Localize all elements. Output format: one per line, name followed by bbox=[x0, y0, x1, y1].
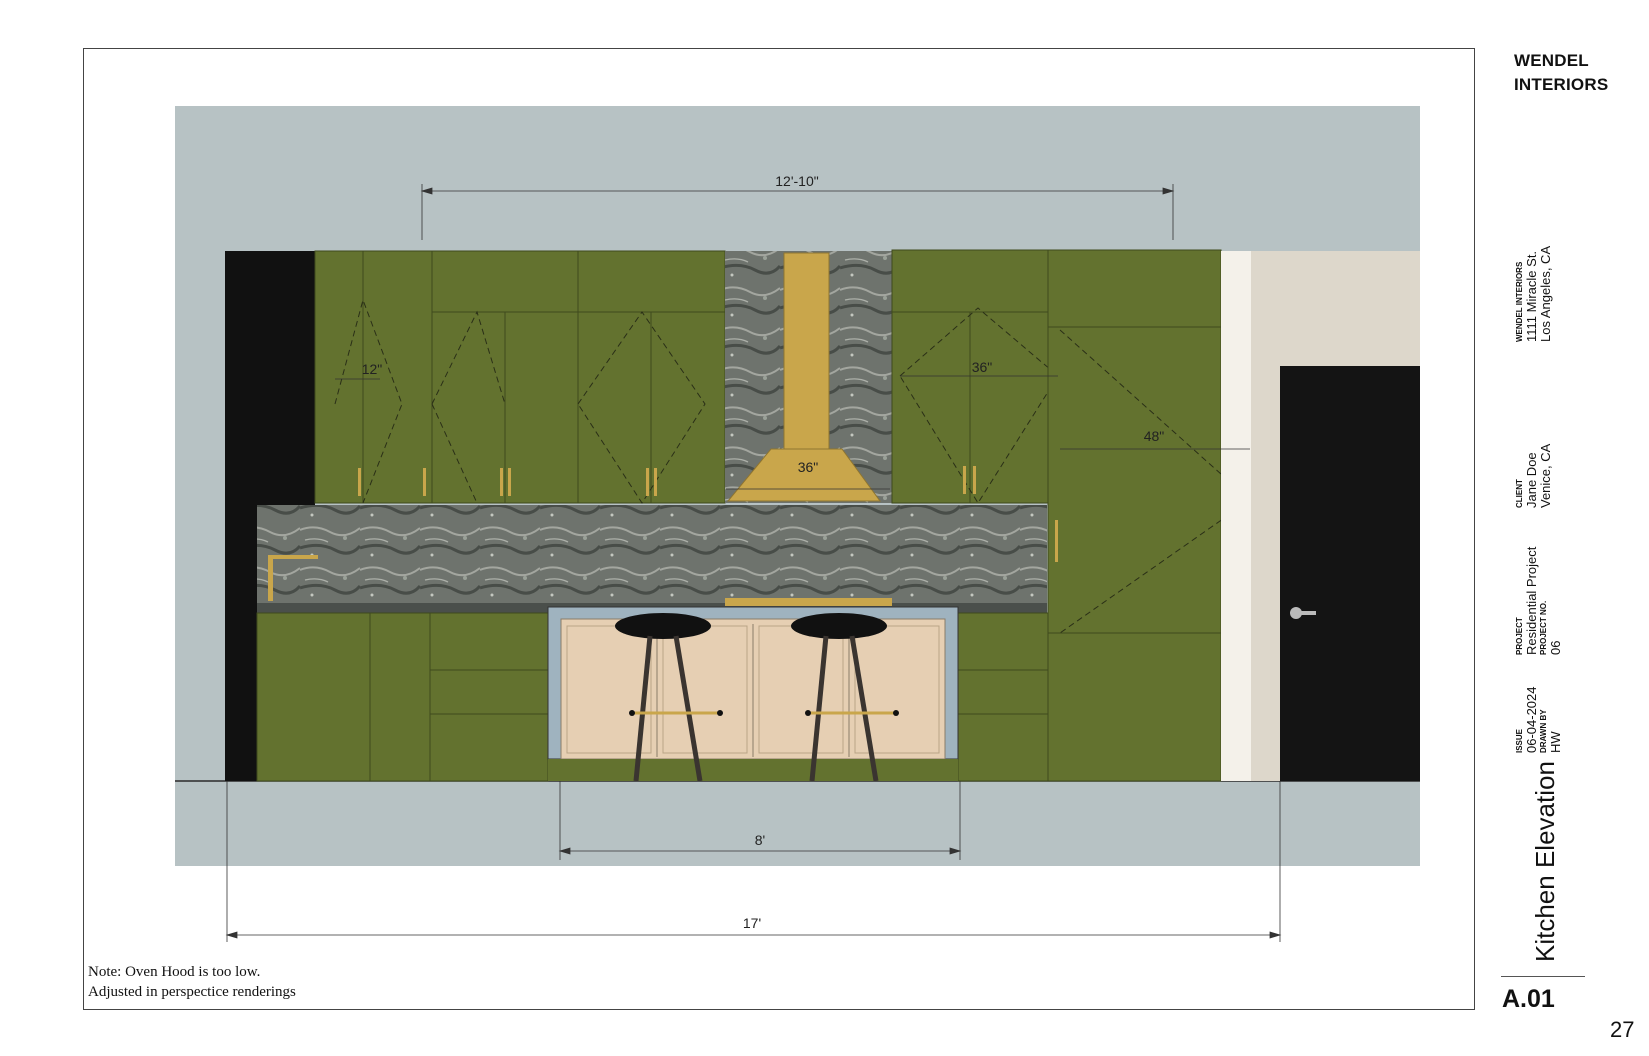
upper-cabinets-left bbox=[314, 250, 726, 504]
dim-upper-overall: 12'-10" bbox=[775, 173, 818, 189]
title-block-client: CLIENT Jane Doe Venice, CA bbox=[1515, 444, 1553, 508]
wall-trim bbox=[1221, 251, 1251, 781]
firm-name-line-2: INTERIORS bbox=[1514, 75, 1609, 94]
pantry-handle bbox=[1055, 520, 1058, 562]
project-name: Residential Project bbox=[1524, 546, 1539, 655]
sheet-title: Kitchen Elevation bbox=[1530, 761, 1560, 962]
dim-upper-cabinet-left: 12" bbox=[362, 361, 383, 377]
client-location: Venice, CA bbox=[1538, 443, 1553, 508]
pot-filler-arm bbox=[268, 555, 318, 559]
pot-filler bbox=[268, 555, 273, 601]
project-no-label: PROJECT NO. bbox=[1539, 600, 1548, 655]
dim-upper-cabinet-right: 36" bbox=[972, 359, 993, 375]
island bbox=[547, 606, 959, 781]
firm-name-line-1: WENDEL bbox=[1514, 51, 1589, 70]
stone-backsplash bbox=[257, 505, 1047, 613]
project-no: 06 bbox=[1548, 640, 1563, 655]
dim-island: 8' bbox=[755, 832, 765, 848]
door-lever bbox=[1296, 611, 1316, 615]
title-block-issue: ISSUE 06-04-2024 DRAWN BY HW bbox=[1515, 687, 1563, 754]
cooktop bbox=[725, 598, 892, 606]
kitchen-elevation-drawing: 12'-10" 12" 36" 36" 48" 8' 17' bbox=[175, 106, 1420, 942]
drawing-note: Note: Oven Hood is too low. Adjusted in … bbox=[88, 962, 296, 1002]
title-block-divider bbox=[1501, 976, 1585, 977]
firm-address-line-2: Los Angeles, CA bbox=[1538, 245, 1553, 342]
note-line-1: Note: Oven Hood is too low. bbox=[88, 964, 261, 980]
drawn-by: HW bbox=[1548, 731, 1563, 753]
title-block-firm: WENDEL INTERIORS 1111 Miracle St. Los An… bbox=[1515, 246, 1553, 342]
tall-pantry-cabinet bbox=[1047, 249, 1222, 782]
dim-overall: 17' bbox=[743, 915, 761, 931]
page-number: 27 bbox=[1610, 1017, 1635, 1042]
note-line-2: Adjusted in perspectice renderings bbox=[88, 984, 296, 1000]
sheet-number: A.01 bbox=[1502, 985, 1555, 1013]
firm-address-line-1: 1111 Miracle St. bbox=[1524, 250, 1539, 342]
firm-name: WENDEL INTERIORS bbox=[1514, 49, 1608, 97]
upper-cabinets-right bbox=[891, 249, 1049, 504]
client-name: Jane Doe bbox=[1524, 452, 1539, 508]
title-block-project: PROJECT Residential Project PROJECT NO. … bbox=[1515, 547, 1563, 655]
dim-hood-width: 36" bbox=[798, 459, 819, 475]
exterior-door bbox=[1280, 366, 1420, 781]
issue-date: 06-04-2024 bbox=[1524, 686, 1539, 754]
dim-pantry-door: 48" bbox=[1144, 428, 1165, 444]
